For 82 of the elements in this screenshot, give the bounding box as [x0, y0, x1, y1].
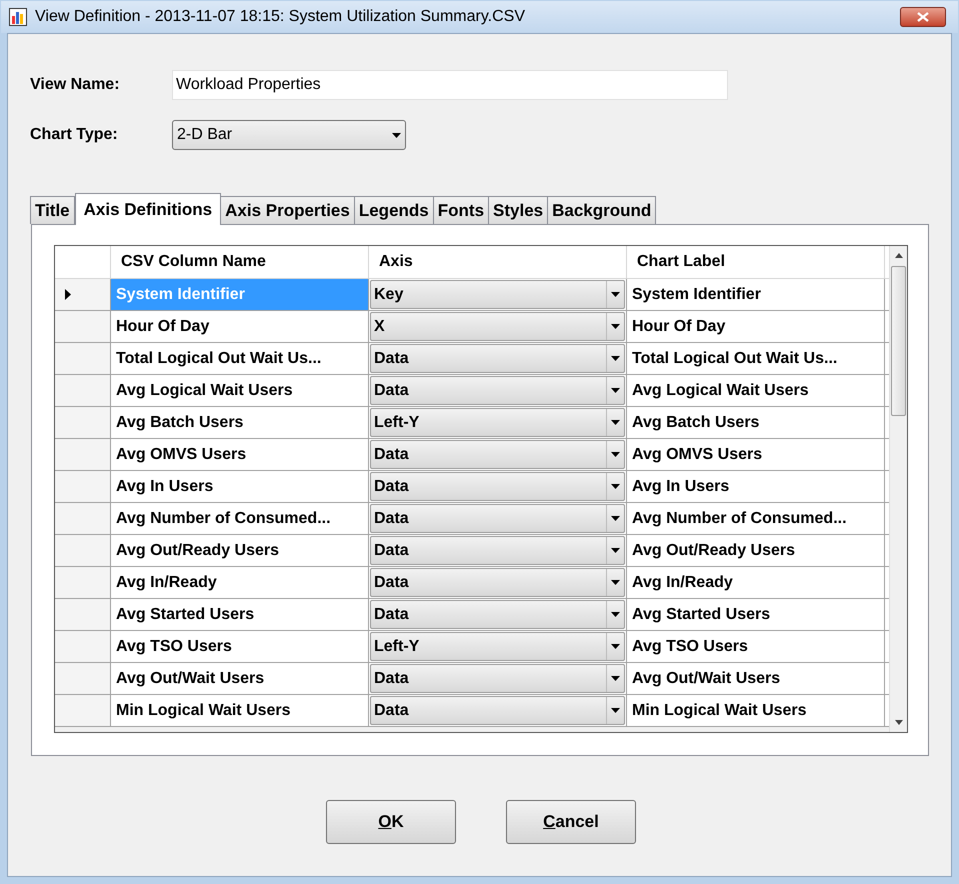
table-cell: Avg Number of Consumed... — [627, 503, 885, 534]
table-cell: Avg In/Ready — [627, 567, 885, 598]
axis-dropdown[interactable]: Data — [370, 600, 625, 629]
table-cell: Avg Out/Ready Users — [627, 535, 885, 566]
scroll-up-icon — [894, 253, 902, 258]
caret-icon — [611, 644, 620, 649]
current-row-icon — [65, 289, 71, 300]
table-cell: System Identifier — [627, 279, 885, 310]
dialog-button[interactable]: OK — [326, 800, 456, 844]
window-title: View Definition - 2013-11-07 18:15: System Utilization Summary.CSV — [35, 7, 526, 27]
table-cell: Min Logical Wait Users — [111, 695, 369, 726]
tab[interactable]: Background — [547, 196, 656, 224]
scroll-bar[interactable] — [889, 246, 907, 732]
axis-dropdown[interactable]: Left-Y — [370, 408, 625, 437]
table-cell: Total Logical Out Wait Us... — [627, 343, 885, 374]
caret-icon — [611, 420, 620, 425]
caret-icon — [611, 324, 620, 329]
chart-type-label: Chart Type: — [30, 125, 119, 145]
table-cell: Avg OMVS Users — [627, 439, 885, 470]
caret-icon — [611, 452, 620, 457]
scroll-down-icon — [894, 720, 902, 725]
axis-dropdown[interactable]: X — [370, 312, 625, 341]
column-header: Axis — [369, 246, 627, 278]
caret-icon — [392, 132, 401, 138]
caret-icon — [611, 708, 620, 713]
table-cell: Avg Out/Ready Users — [111, 535, 369, 566]
table-cell: Avg In Users — [627, 471, 885, 502]
table-cell: Avg OMVS Users — [111, 439, 369, 470]
column-header: CSV Column Name — [111, 246, 369, 278]
view-name-field[interactable]: Workload Properties — [172, 70, 728, 100]
view-name-label: View Name: — [30, 75, 121, 95]
tab[interactable]: Styles — [488, 196, 548, 224]
caret-icon — [611, 484, 620, 489]
table-cell: System Identifier — [111, 279, 369, 310]
close-icon — [917, 12, 929, 22]
table-cell: Avg Logical Wait Users — [627, 375, 885, 406]
chart-icon — [9, 8, 27, 26]
tab[interactable]: Title — [30, 196, 75, 224]
axis-dropdown[interactable]: Key — [370, 280, 625, 309]
table-cell: Hour Of Day — [627, 311, 885, 342]
dialog-button[interactable]: Cancel — [506, 800, 636, 844]
table-cell: Total Logical Out Wait Us... — [111, 343, 369, 374]
axis-dropdown[interactable]: Left-Y — [370, 632, 625, 661]
table-cell: Avg Batch Users — [111, 407, 369, 438]
table-cell: Avg TSO Users — [111, 631, 369, 662]
caret-icon — [611, 356, 620, 361]
table-cell: Avg In Users — [111, 471, 369, 502]
tab[interactable]: Axis Properties — [220, 196, 355, 224]
table-cell: Avg Started Users — [627, 599, 885, 630]
axis-dropdown[interactable]: Data — [370, 472, 625, 501]
table-cell: Hour Of Day — [111, 311, 369, 342]
table-cell: Avg Out/Wait Users — [627, 663, 885, 694]
axis-dropdown[interactable]: Data — [370, 376, 625, 405]
scroll-thumb[interactable] — [891, 266, 906, 416]
chart-type-dropdown[interactable]: 2-D Bar — [172, 120, 406, 150]
caret-icon — [611, 676, 620, 681]
caret-icon — [611, 516, 620, 521]
axis-dropdown[interactable]: Data — [370, 440, 625, 469]
axis-dropdown[interactable]: Data — [370, 504, 625, 533]
table-cell: Avg Out/Wait Users — [111, 663, 369, 694]
tab[interactable]: Fonts — [432, 196, 490, 224]
tab[interactable]: Axis Definitions — [74, 193, 222, 225]
axis-dropdown[interactable]: Data — [370, 568, 625, 597]
column-header: Chart Label — [627, 246, 885, 278]
table-cell: Avg In/Ready — [111, 567, 369, 598]
axis-dropdown[interactable]: Data — [370, 664, 625, 693]
table-cell: Avg Started Users — [111, 599, 369, 630]
table-cell: Avg TSO Users — [627, 631, 885, 662]
caret-icon — [611, 548, 620, 553]
caret-icon — [611, 612, 620, 617]
axis-dropdown[interactable]: Data — [370, 344, 625, 373]
caret-icon — [611, 292, 620, 297]
close-button[interactable] — [900, 7, 946, 27]
table-cell: Avg Logical Wait Users — [111, 375, 369, 406]
caret-icon — [611, 388, 620, 393]
caret-icon — [611, 580, 620, 585]
table-cell: Avg Batch Users — [627, 407, 885, 438]
tab[interactable]: Legends — [354, 196, 434, 224]
axis-dropdown[interactable]: Data — [370, 696, 625, 725]
table-cell: Avg Number of Consumed... — [111, 503, 369, 534]
axis-dropdown[interactable]: Data — [370, 536, 625, 565]
table-cell: Min Logical Wait Users — [627, 695, 885, 726]
